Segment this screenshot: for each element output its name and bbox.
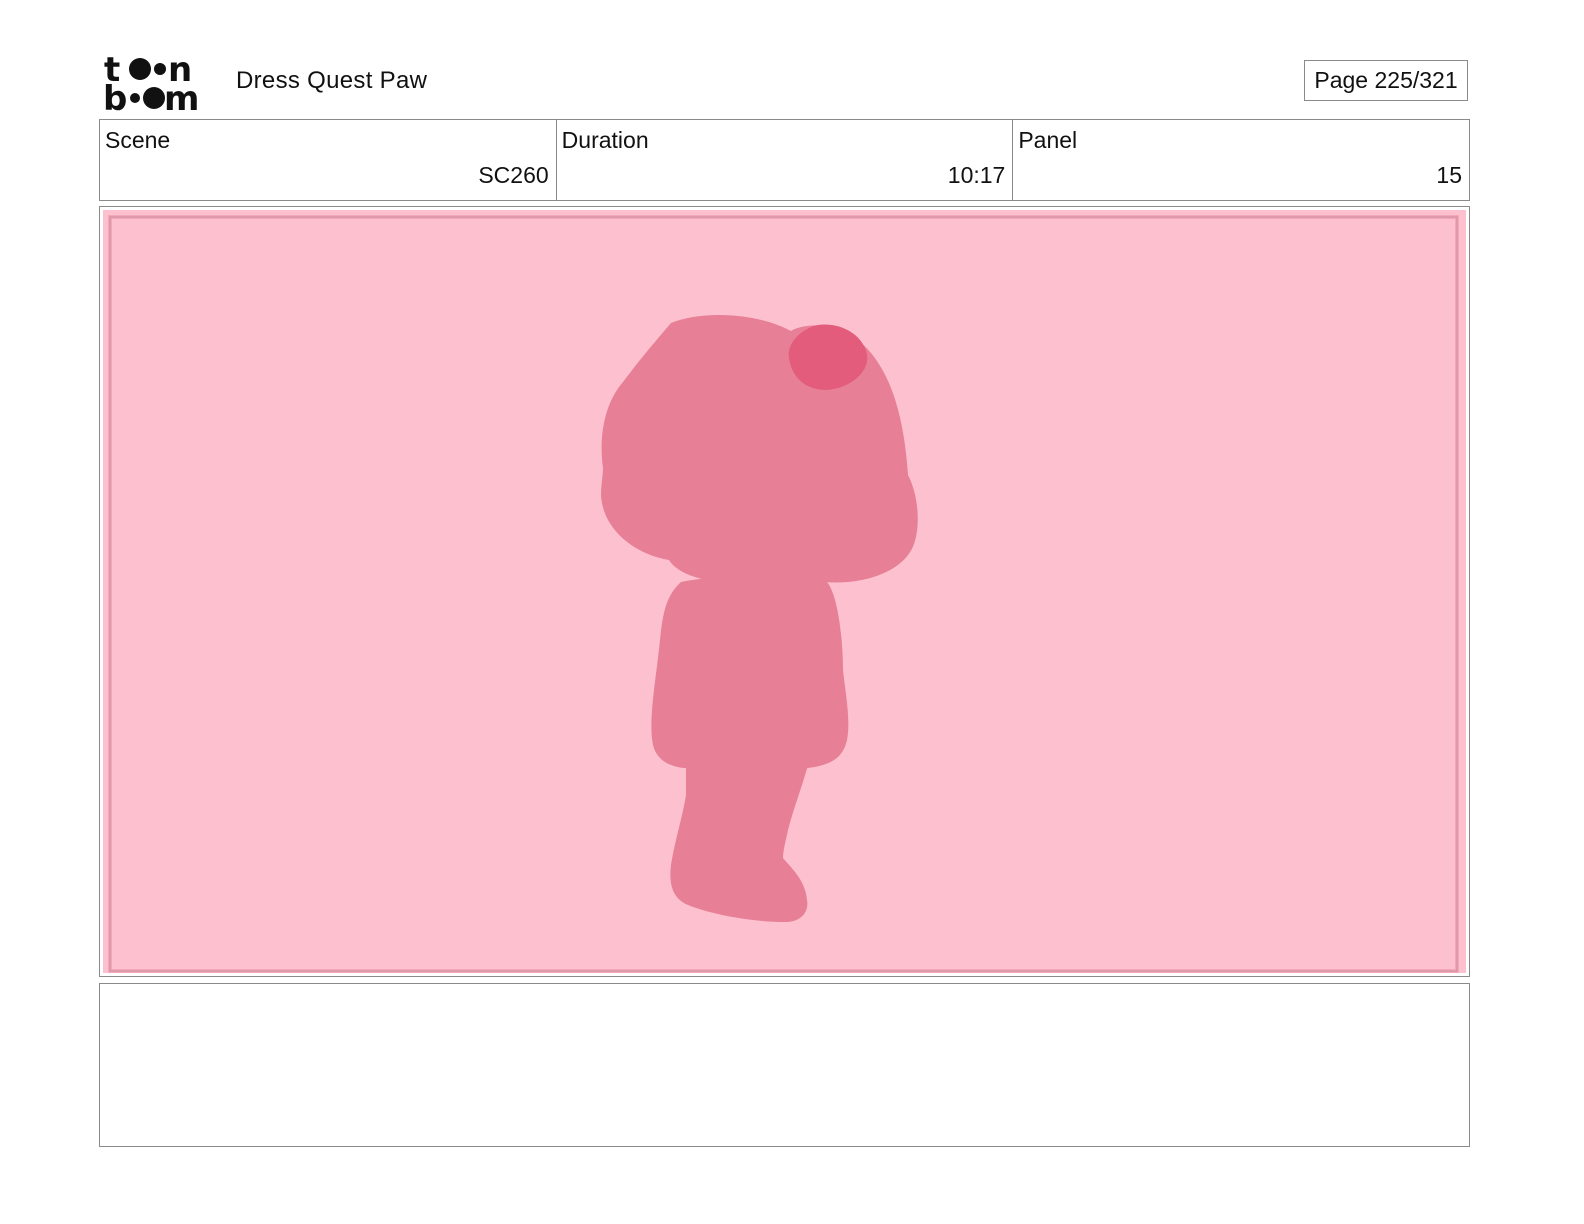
scene-value: SC260 <box>478 162 549 188</box>
panel-cell: Panel 15 <box>1013 120 1469 200</box>
character-head <box>601 315 918 586</box>
duration-label: Duration <box>561 127 649 153</box>
svg-text:m: m <box>164 79 199 112</box>
panel-notes-box <box>99 983 1470 1147</box>
storyboard-panel <box>99 206 1470 977</box>
svg-text:b: b <box>103 79 127 112</box>
scene-label: Scene <box>105 127 171 153</box>
panel-label: Panel <box>1018 127 1078 153</box>
project-title: Dress Quest Paw <box>236 67 428 94</box>
panel-value: 15 <box>1436 162 1463 188</box>
panel-drawing <box>103 210 1466 973</box>
character-body <box>651 576 849 774</box>
duration-value: 10:17 <box>947 162 1006 188</box>
toon-boom-logo: t n b m <box>103 52 199 112</box>
scene-cell: Scene SC260 <box>100 120 557 200</box>
panel-info-table: Scene SC260 Duration 10:17 Panel 15 <box>99 119 1470 201</box>
page-indicator: Page 225/321 <box>1304 60 1468 101</box>
duration-cell: Duration 10:17 <box>557 120 1014 200</box>
